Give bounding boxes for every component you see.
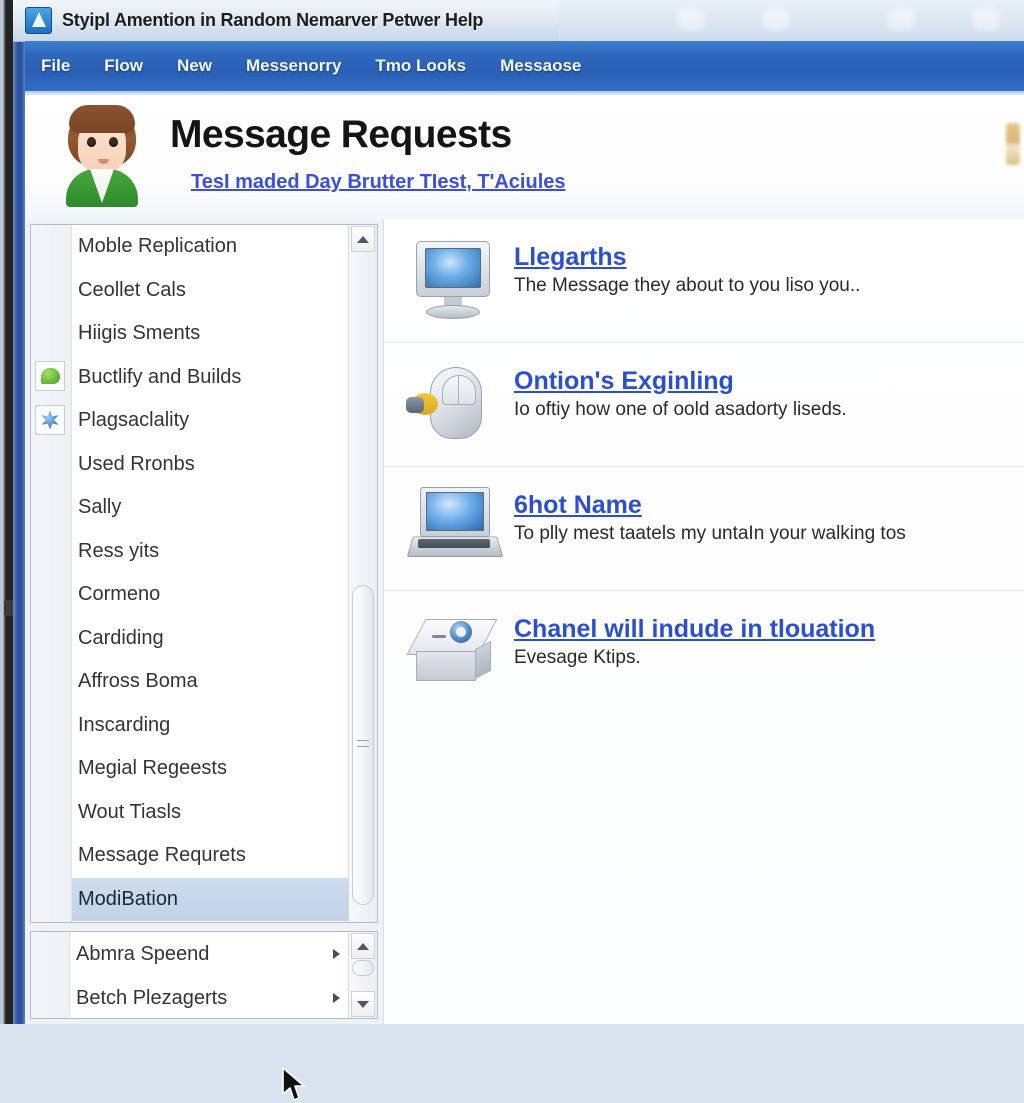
sidebar-item-inscarding[interactable]: Inscarding [72,704,348,748]
sidebar-item-modibation[interactable]: ModiBation [72,877,348,921]
menu-item-flow[interactable]: Flow [104,56,143,76]
package-icon [406,609,502,695]
topic-link[interactable]: Ontion's Exginling [514,367,847,396]
topic-entry[interactable]: Chanel will indude in tlouation Evesage … [384,591,1024,715]
page-header: Message Requests TesI maded Day Brutter … [25,95,1024,221]
scrollbar-thumb[interactable] [352,585,374,905]
sidebar-lower-items: Abmra Speend Betch Plezagerts [70,932,348,1018]
sidebar-item-hiigis-sments[interactable]: Hiigis Sments [72,312,348,356]
sidebar-item-label: Wout Tiasls [78,800,181,823]
chevron-right-icon [333,993,340,1003]
sidebar-item-moble-replication[interactable]: Moble Replication [72,225,348,269]
leaf-icon [35,361,65,391]
sidebar-item-label: Inscarding [78,713,171,736]
sidebar-item-cardiding[interactable]: Cardiding [72,617,348,661]
topic-description: Io oftiy how one of oold asadorty liseds… [514,399,847,420]
sidebar-item-label: Buctlify and Builds [78,365,242,388]
window-left-border [13,0,25,1024]
desktop-left-shadow [6,0,13,1024]
topic-description: To plly mest taatels my untaIn your walk… [514,523,906,544]
sidebar-item-label: Moble Replication [78,235,237,258]
sidebar-item-label: Ress yits [78,539,160,562]
sidebar-item-label: Sally [78,496,122,519]
sidebar-lower-listbox: Abmra Speend Betch Plezagerts [30,931,378,1019]
sidebar-item-label: Used Rronbs [78,452,195,475]
scroll-down-button[interactable] [351,991,375,1017]
mouse-pointer [282,1067,305,1101]
main-panel: Llegarths The Message they about to you … [383,219,1024,1024]
chevron-up-icon [357,942,369,950]
sidebar-icon-gutter [31,225,72,922]
sidebar-lower-item-label: Abmra Speend [76,942,210,965]
menu-item-file[interactable]: File [41,56,70,76]
mouse-icon [406,361,502,447]
topic-description: The Message they about to you liso you.. [514,275,861,296]
sidebar-item-wout-tiasls[interactable]: Wout Tiasls [72,791,348,835]
laptop-icon [406,485,504,571]
topic-entry[interactable]: 6hot Name To plly mest taatels my untaIn… [384,467,1024,591]
sidebar-item-cormeno[interactable]: Cormeno [72,573,348,617]
help-app-icon [25,7,52,34]
sidebar-item-sally[interactable]: Sally [72,486,348,530]
menu-item-new[interactable]: New [177,56,212,76]
sidebar-item-label: Cormeno [78,583,161,606]
topic-link[interactable]: Chanel will indude in tlouation [514,615,875,644]
sidebar-item-wolo-dualet-bude[interactable]: Wolo Dualet Bude [72,921,348,922]
sidebar: Moble Replication Ceollet Cals Hiigis Sm… [25,219,383,1024]
topic-entry[interactable]: Ontion's Exginling Io oftiy how one of o… [384,343,1024,467]
scroll-up-button[interactable] [351,226,375,252]
scroll-up-button[interactable] [351,933,375,959]
sidebar-item-label: Plagsaclality [78,409,190,432]
sidebar-item-label: Cardiding [78,626,164,649]
chevron-up-icon [357,235,369,243]
menu-item-messaose[interactable]: Messaose [500,56,581,76]
sidebar-item-label: Ceollet Cals [78,278,186,301]
sidebar-lower-item-betch-plezagerts[interactable]: Betch Plezagerts [70,976,348,1018]
sidebar-lower-item-label: Betch Plezagerts [76,986,228,1009]
topic-link[interactable]: 6hot Name [514,491,906,520]
sidebar-item-affross-boma[interactable]: Affross Boma [72,660,348,704]
sidebar-item-label: Megial Regeests [78,757,227,780]
topic-link[interactable]: Llegarths [514,243,860,272]
sidebar-lower-item-abmra-speend[interactable]: Abmra Speend [70,932,348,976]
sidebar-item-plagsaclality[interactable]: Plagsaclality [72,399,348,443]
chevron-down-icon [357,1000,369,1008]
chevron-right-icon [333,949,340,959]
sidebar-item-buctlify-and-builds[interactable]: Buctlify and Builds [72,356,348,400]
sidebar-lower-gutter [31,932,70,1018]
sidebar-item-label: ModiBation [78,887,179,910]
header-right-ornament [1006,123,1020,165]
sidebar-listbox: Moble Replication Ceollet Cals Hiigis Sm… [30,224,378,923]
sidebar-scrollbar[interactable] [348,225,377,922]
sidebar-lower-scrollbar[interactable] [348,932,377,1018]
sidebar-item-message-requrets[interactable]: Message Requrets [72,834,348,878]
menu-item-messenorry[interactable]: Messenorry [246,56,341,76]
menubar: File Flow New Messenorry Tmo Looks Messa… [25,41,1024,93]
content-area: Moble Replication Ceollet Cals Hiigis Sm… [25,219,1024,1101]
avatar [54,103,150,207]
page-title: Message Requests [170,113,512,156]
sidebar-item-ceollet-cals[interactable]: Ceollet Cals [72,269,348,313]
star-icon [35,405,65,435]
topic-description: Evesage Ktips. [514,647,641,668]
header-subtitle-link[interactable]: TesI maded Day Brutter TIest, T'Aciules [191,171,566,194]
sidebar-item-used-rronbs[interactable]: Used Rronbs [72,443,348,487]
sidebar-item-ress-yits[interactable]: Ress yits [72,530,348,574]
window-titlebar[interactable]: Styipl Amention in Random Nemarver Petwe… [13,0,558,42]
menu-item-tmo-looks[interactable]: Tmo Looks [375,56,466,76]
scrollbar-thumb[interactable] [352,960,374,976]
window-title: Styipl Amention in Random Nemarver Petwe… [62,10,484,30]
sidebar-item-label: Message Requrets [78,844,246,867]
sidebar-item-label: Hiigis Sments [78,322,201,345]
sidebar-item-label: Affross Boma [78,670,198,693]
monitor-icon [406,237,502,323]
titlebar-glass-area [558,0,1024,41]
sidebar-items: Moble Replication Ceollet Cals Hiigis Sm… [72,225,348,922]
topic-entry[interactable]: Llegarths The Message they about to you … [384,219,1024,343]
sidebar-item-megial-regeests[interactable]: Megial Regeests [72,747,348,791]
